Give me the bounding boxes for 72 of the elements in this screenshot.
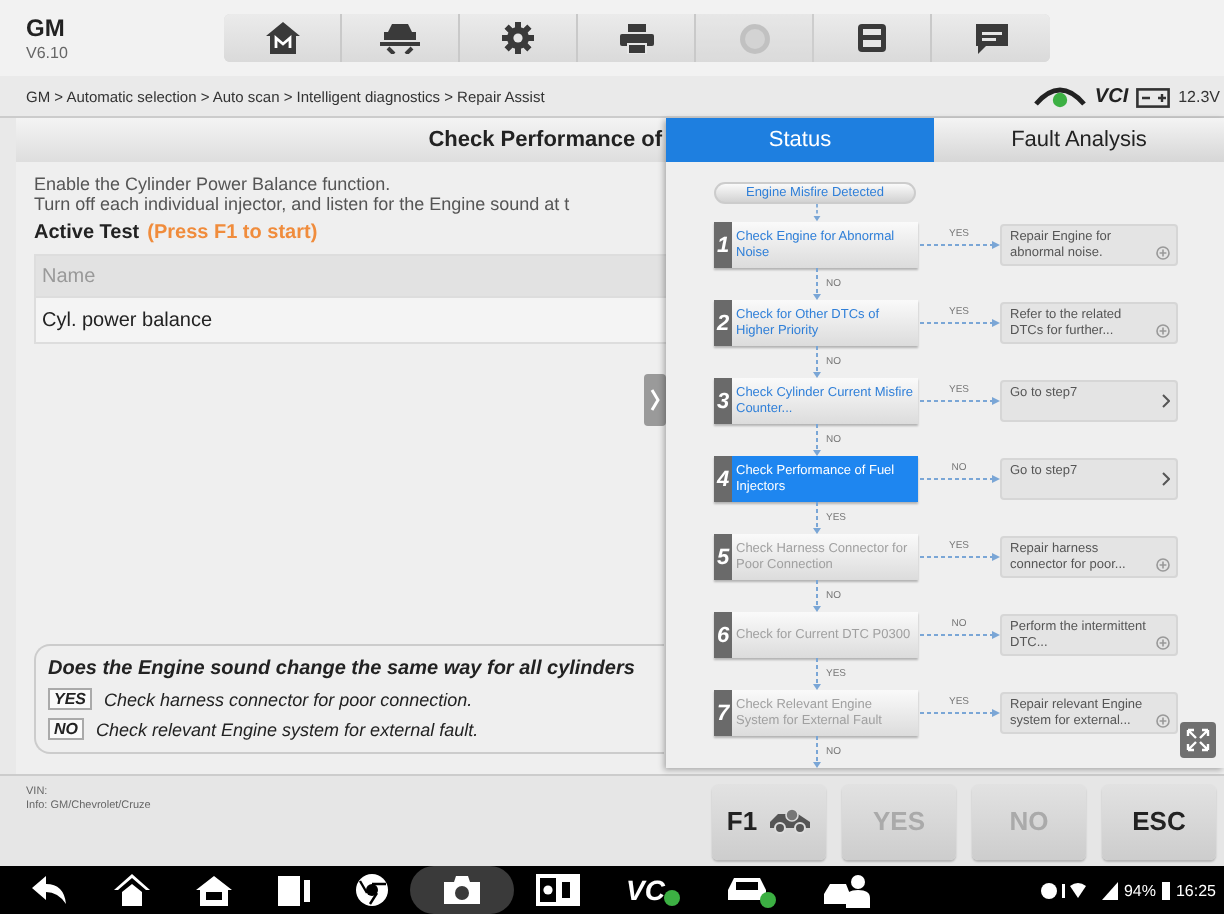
answer-text: Check relevant Engine system for external fault. xyxy=(96,719,479,739)
printer-icon xyxy=(619,23,653,53)
connector-arrow xyxy=(812,424,822,456)
page-title: Check Performance of xyxy=(428,128,662,152)
answer-tag: NO xyxy=(48,718,84,740)
clock: 16:25 xyxy=(1175,881,1216,899)
home-icon[interactable] xyxy=(114,874,150,906)
collapse-handle[interactable] xyxy=(644,374,666,426)
car-home-icon[interactable] xyxy=(196,875,232,905)
message-icon xyxy=(975,23,1007,53)
plus-circle-icon xyxy=(1156,714,1170,728)
camera-icon xyxy=(444,876,480,904)
connector-arrow xyxy=(919,474,999,484)
f1-button[interactable]: F1 xyxy=(712,783,826,859)
connector-arrow xyxy=(812,580,822,612)
plus-circle-icon xyxy=(1156,324,1170,338)
save-icon xyxy=(858,24,886,52)
connector-arrow xyxy=(812,204,822,222)
plus-circle-icon xyxy=(1156,558,1170,572)
connector-arrow xyxy=(919,708,999,718)
plus-circle-icon xyxy=(1156,246,1170,260)
home-icon xyxy=(265,22,299,54)
camera-button[interactable] xyxy=(410,866,514,914)
table-row[interactable]: Cyl. power balance xyxy=(36,296,666,342)
message-button[interactable] xyxy=(932,14,1050,62)
battery-level: 94% xyxy=(1123,881,1156,899)
voltage-reading: 12.3V xyxy=(1178,87,1220,105)
home-button[interactable] xyxy=(224,14,342,62)
car-icon[interactable] xyxy=(726,873,779,907)
connector-arrow xyxy=(812,268,822,300)
person-icon[interactable] xyxy=(824,873,873,907)
expand-icon[interactable] xyxy=(1180,722,1216,758)
connector-arrow xyxy=(812,658,822,690)
save-button[interactable] xyxy=(814,14,932,62)
question-text: Does the Engine sound change the same way for all cylinders xyxy=(48,658,637,680)
back-icon[interactable] xyxy=(32,876,68,904)
connector-arrow xyxy=(812,502,822,534)
active-test-label: Active Test xyxy=(34,222,140,244)
signal-icon xyxy=(1101,881,1118,899)
settings-button[interactable] xyxy=(460,14,578,62)
battery-icon xyxy=(1136,85,1171,107)
settings-icon xyxy=(502,22,534,54)
column-header: Name xyxy=(42,265,96,287)
connector-arrow xyxy=(919,318,999,328)
battery-icon xyxy=(1161,881,1170,899)
panel-tab[interactable]: Fault Analysis xyxy=(934,118,1224,162)
vci-label: VCI xyxy=(1094,85,1129,107)
action-button[interactable]: ESC xyxy=(1102,783,1216,859)
chevron-icon xyxy=(1162,472,1170,486)
car-lift-button[interactable] xyxy=(342,14,460,62)
connector-arrow xyxy=(812,736,822,768)
screen-icon[interactable] xyxy=(536,874,580,906)
connection-icon xyxy=(1034,84,1087,108)
car-service-icon xyxy=(767,808,812,834)
description-line: Enable the Cylinder Power Balance function. xyxy=(34,176,391,195)
answer-tag: YES xyxy=(48,688,93,710)
print-button[interactable] xyxy=(578,14,696,62)
plus-circle-icon xyxy=(1156,636,1170,650)
connector-arrow xyxy=(919,396,999,406)
panel-tab[interactable]: Status xyxy=(666,118,934,162)
connector-arrow xyxy=(919,552,999,562)
chevron-icon xyxy=(1162,394,1170,408)
connector-arrow xyxy=(812,346,822,378)
brand-name: GM xyxy=(26,13,67,41)
connector-arrow xyxy=(919,240,999,250)
active-test-hint: (Press F1 to start) xyxy=(147,222,318,244)
answer-text: Check harness connector for poor connection. xyxy=(104,689,473,709)
version-label: V6.10 xyxy=(26,41,70,63)
description-line: Turn off each individual injector, and listen for the Engine sound at t xyxy=(34,195,570,214)
connector-arrow xyxy=(919,630,999,640)
square-icon[interactable] xyxy=(278,875,310,905)
browser-icon[interactable] xyxy=(356,874,388,906)
